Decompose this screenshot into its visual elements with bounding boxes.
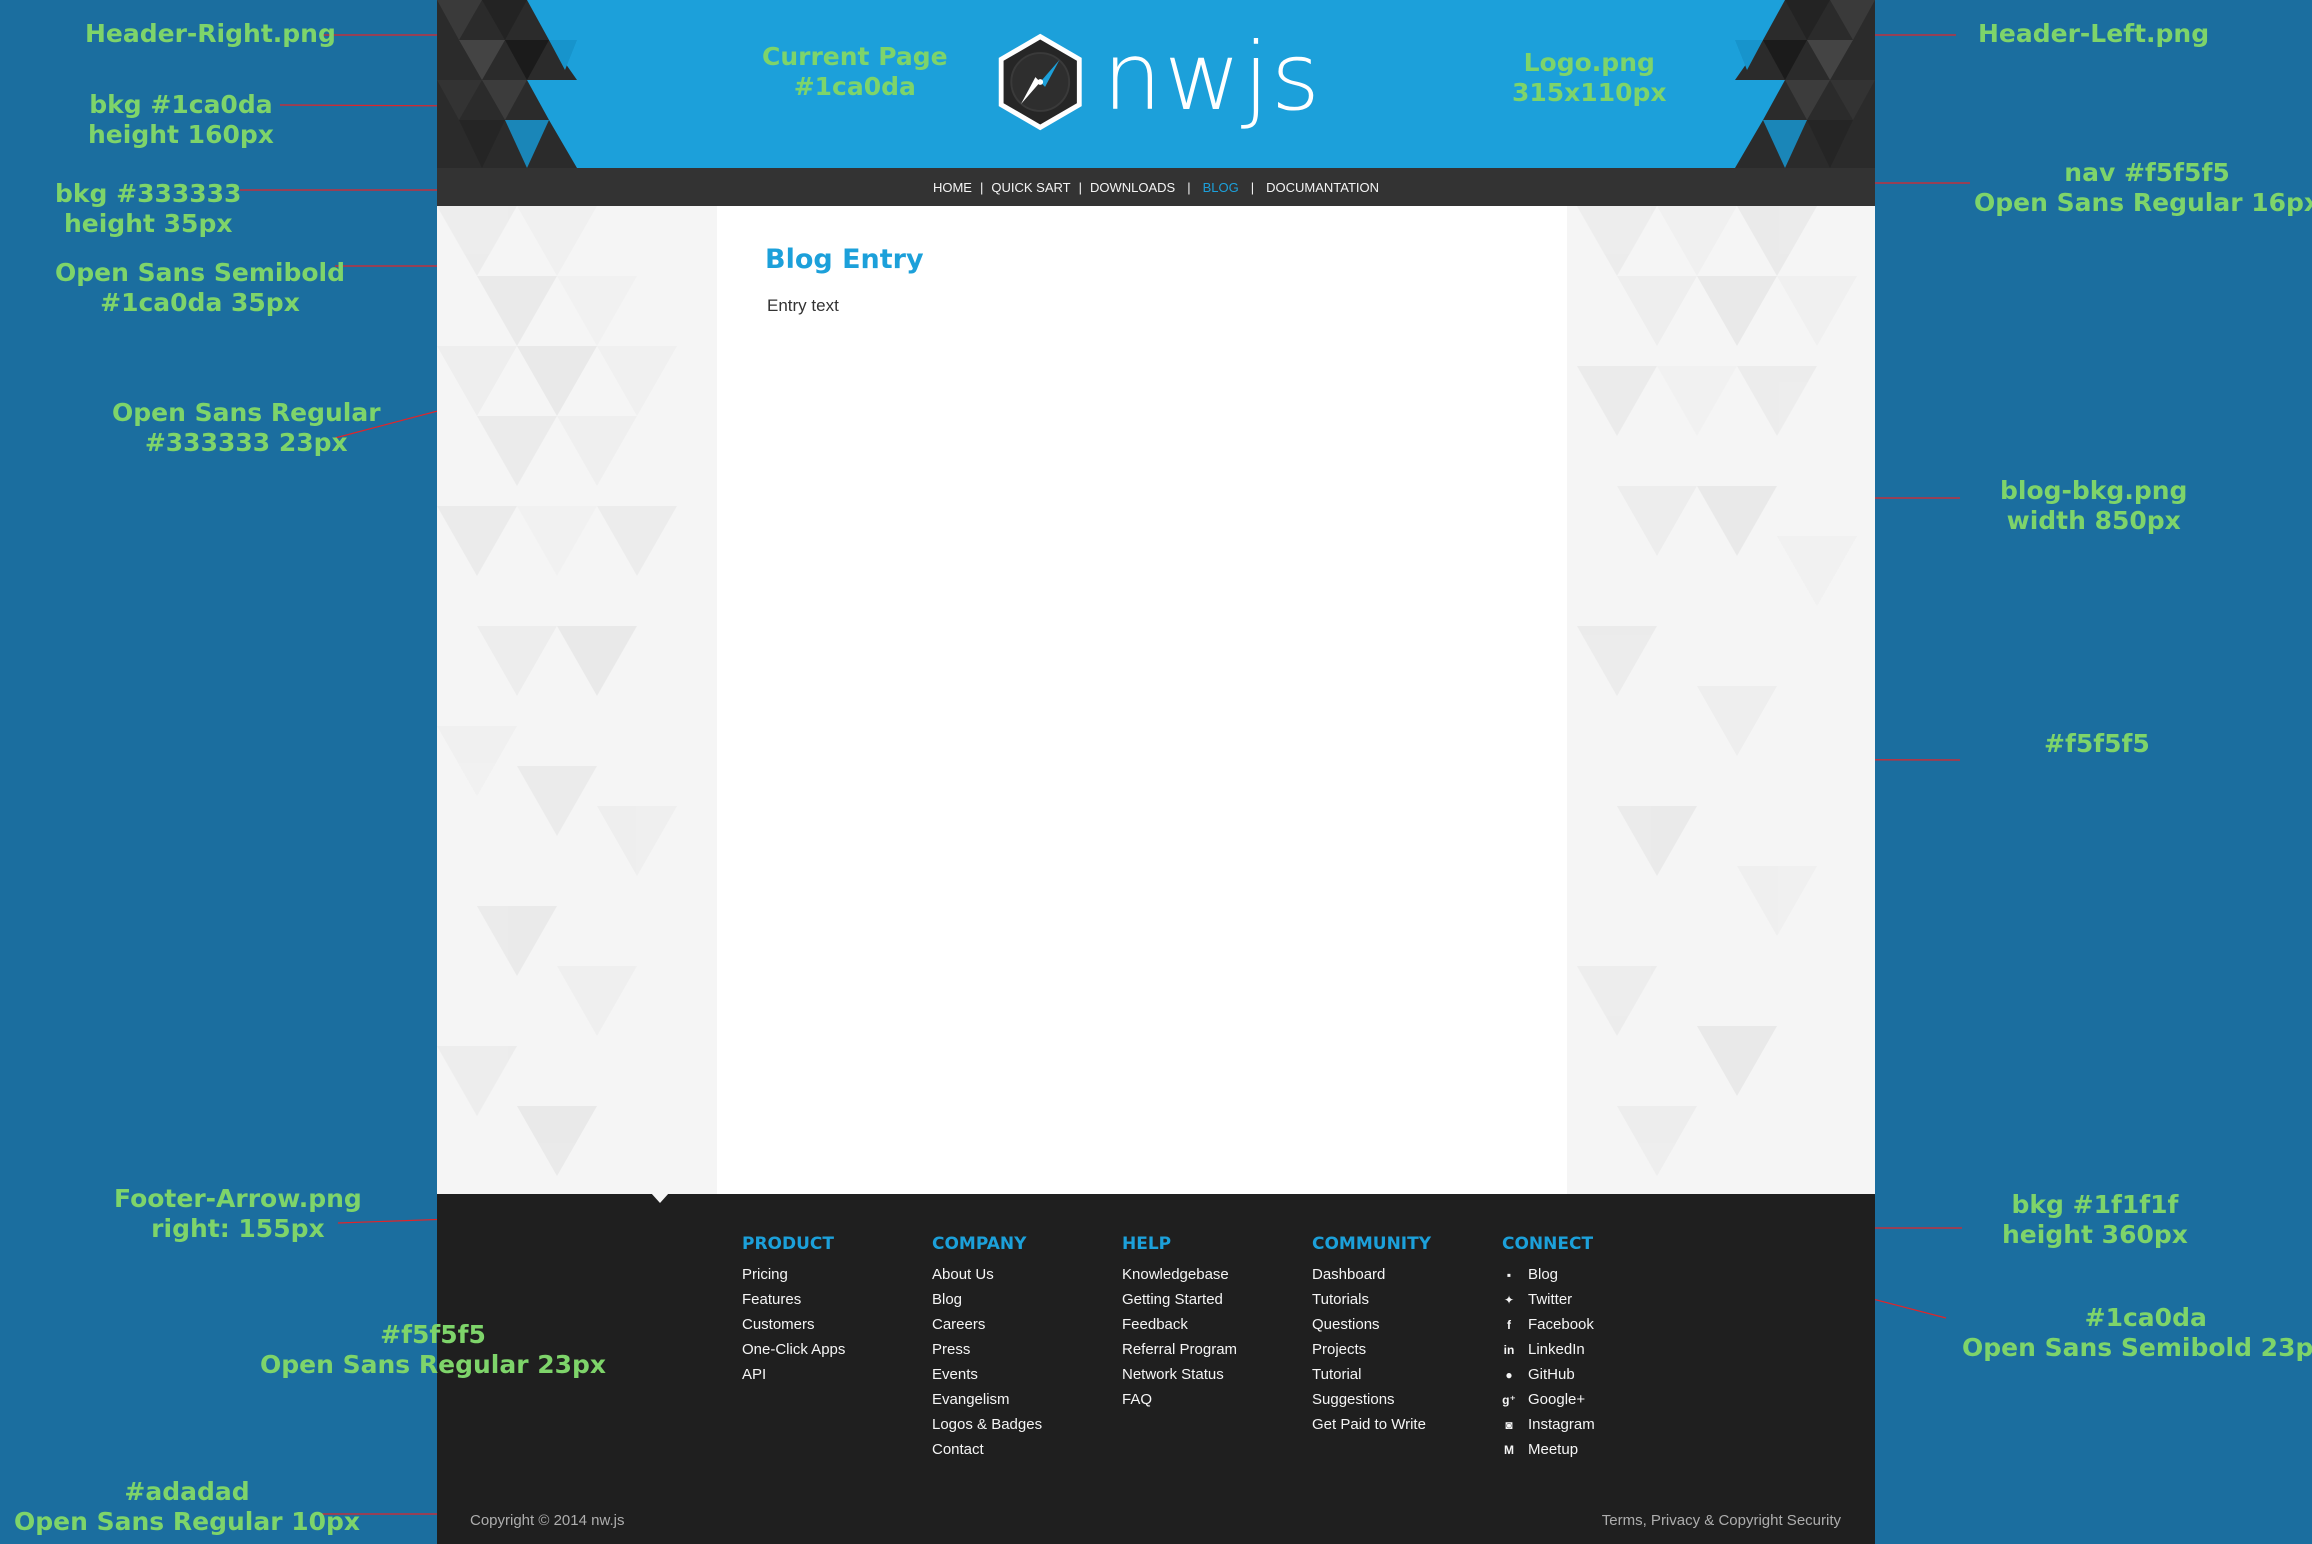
logo-wordmark: nwjs <box>1102 23 1322 132</box>
footer-social-facebook[interactable]: f Facebook <box>1502 1312 1595 1337</box>
footer-column-connect: CONNECT ▪ Blog ✦ Twitter f Facebook in Linke… <box>1502 1234 1595 1462</box>
footer-social-instagram[interactable]: ◙ Instagram <box>1502 1412 1595 1437</box>
footer-social-twitter[interactable]: ✦ Twitter <box>1502 1287 1595 1312</box>
footer-link[interactable]: Careers <box>932 1312 1042 1337</box>
footer-heading-company: COMPANY <box>932 1234 1027 1254</box>
annotation-logo: Logo.png 315x110px <box>1512 48 1667 107</box>
footer-link[interactable]: Features <box>742 1287 845 1312</box>
footer-link[interactable]: Network Status <box>1122 1362 1237 1387</box>
annotation-copyright-font: #adadad Open Sans Regular 10px <box>14 1477 361 1536</box>
annotation-header-bkg: bkg #1ca0da height 160px <box>88 90 274 149</box>
footer-link[interactable]: Press <box>932 1337 1042 1362</box>
nav-item-documentation[interactable]: DOCUMANTATION <box>1266 180 1379 195</box>
footer-column-product: PRODUCT Pricing Features Customers One-C… <box>742 1234 845 1387</box>
google-plus-icon: g⁺ <box>1502 1392 1516 1407</box>
footer-link[interactable]: Evangelism <box>932 1387 1042 1412</box>
footer-link[interactable]: Projects <box>1312 1337 1431 1362</box>
header-right-pattern <box>1735 0 1875 168</box>
footer-link[interactable]: Tutorials <box>1312 1287 1431 1312</box>
meetup-icon: M <box>1504 1442 1514 1457</box>
footer-link[interactable]: About Us <box>932 1262 1042 1287</box>
footer-link[interactable]: Referral Program <box>1122 1337 1237 1362</box>
annotation-footer-bkg: bkg #1f1f1f height 360px <box>2002 1190 2188 1249</box>
main-nav: HOME | QUICK SART | DOWNLOADS | BLOG | D… <box>437 168 1875 206</box>
nav-item-blog[interactable]: BLOG <box>1203 180 1239 195</box>
footer-link[interactable]: Getting Started <box>1122 1287 1237 1312</box>
annotation-footer-arrow: Footer-Arrow.png right: 155px <box>114 1184 362 1243</box>
footer: PRODUCT Pricing Features Customers One-C… <box>437 1193 1875 1544</box>
footer-social-label: GitHub <box>1528 1366 1575 1383</box>
blog-entry-text: Entry text <box>767 296 839 315</box>
footer-social-google-plus[interactable]: g⁺ Google+ <box>1502 1387 1595 1412</box>
footer-link[interactable]: Suggestions <box>1312 1387 1431 1412</box>
footer-link[interactable]: Feedback <box>1122 1312 1237 1337</box>
footer-social-label: Twitter <box>1528 1291 1573 1308</box>
nwjs-logo[interactable]: nwjs <box>992 26 1322 138</box>
annotation-nav-bkg: bkg #333333 height 35px <box>55 179 242 238</box>
footer-social-linkedin[interactable]: in LinkedIn <box>1502 1337 1595 1362</box>
footer-link[interactable]: Contact <box>932 1437 1042 1462</box>
annotation-header-right: Header-Right.png <box>85 19 336 48</box>
footer-link[interactable]: Pricing <box>742 1262 845 1287</box>
footer-social-label: LinkedIn <box>1528 1341 1585 1358</box>
footer-social-meetup[interactable]: M Meetup <box>1502 1437 1595 1462</box>
annotation-entry-font: Open Sans Regular #333333 23px <box>112 398 381 457</box>
blog-icon: ▪ <box>1506 1267 1512 1282</box>
footer-link[interactable]: API <box>742 1362 845 1387</box>
annotation-current-page: Current Page #1ca0da <box>762 42 948 101</box>
footer-link[interactable]: FAQ <box>1122 1387 1237 1412</box>
nav-item-quick-start[interactable]: QUICK SART <box>991 180 1070 195</box>
twitter-icon: ✦ <box>1503 1292 1515 1307</box>
footer-heading-product: PRODUCT <box>742 1234 834 1254</box>
header-left-pattern <box>437 0 577 168</box>
annotation-footer-heading-font: #1ca0da Open Sans Semibold 23px <box>1962 1303 2312 1362</box>
footer-link[interactable]: Knowledgebase <box>1122 1262 1237 1287</box>
footer-link[interactable]: Get Paid to Write <box>1312 1412 1431 1437</box>
github-icon: ● <box>1505 1367 1513 1382</box>
footer-social-label: Facebook <box>1528 1316 1594 1333</box>
compass-logo-icon <box>998 33 1082 131</box>
footer-link[interactable]: Logos & Badges <box>932 1412 1042 1437</box>
instagram-icon: ◙ <box>1505 1417 1513 1432</box>
annotation-blog-bkg: blog-bkg.png width 850px <box>2000 476 2188 535</box>
footer-heading-community: COMMUNITY <box>1312 1234 1432 1254</box>
footer-link[interactable]: Customers <box>742 1312 845 1337</box>
nav-item-home[interactable]: HOME <box>933 180 972 195</box>
footer-link[interactable]: Tutorial <box>1312 1362 1431 1387</box>
annotation-content-color: #f5f5f5 <box>2044 729 2150 758</box>
copyright: Copyright © 2014 nw.js <box>470 1512 625 1529</box>
blog-entry-title[interactable]: Blog Entry <box>765 244 924 275</box>
footer-heading-help: HELP <box>1122 1234 1172 1254</box>
footer-social-label: Google+ <box>1528 1391 1586 1408</box>
facebook-icon: f <box>1507 1317 1511 1332</box>
footer-column-community: COMMUNITY Dashboard Tutorials Questions … <box>1312 1234 1431 1437</box>
blog-entry: Blog Entry Entry text <box>717 206 1567 1194</box>
annotation-nav-font: nav #f5f5f5 Open Sans Regular 16px <box>1974 158 2312 217</box>
footer-link[interactable]: Dashboard <box>1312 1262 1431 1287</box>
blog-background: Blog Entry Entry text <box>437 206 1875 1194</box>
linkedin-icon: in <box>1503 1342 1515 1357</box>
footer-social-label: Meetup <box>1528 1441 1579 1458</box>
footer-social-label: Instagram <box>1528 1416 1595 1433</box>
nav-item-downloads[interactable]: DOWNLOADS <box>1090 180 1175 195</box>
footer-heading-connect: CONNECT <box>1502 1234 1594 1254</box>
annotation-header-left: Header-Left.png <box>1978 19 2210 48</box>
annotation-title-font: Open Sans Semibold #1ca0da 35px <box>55 258 345 317</box>
footer-social-github[interactable]: ● GitHub <box>1502 1362 1595 1387</box>
footer-social-blog[interactable]: ▪ Blog <box>1502 1262 1595 1287</box>
footer-column-company: COMPANY About Us Blog Careers Press Even… <box>932 1234 1042 1462</box>
footer-link[interactable]: Events <box>932 1362 1042 1387</box>
footer-social-label: Blog <box>1528 1266 1559 1283</box>
footer-column-help: HELP Knowledgebase Getting Started Feedb… <box>1122 1234 1237 1412</box>
terms-link[interactable]: Terms, Privacy & Copyright Security <box>1602 1512 1841 1529</box>
footer-link[interactable]: Questions <box>1312 1312 1431 1337</box>
footer-link[interactable]: Blog <box>932 1287 1042 1312</box>
page-mockup: nwjs HOME | QUICK SART | DOWNLOADS | BLO… <box>437 0 1875 1544</box>
footer-arrow <box>651 1193 669 1203</box>
annotation-footer-links-font: #f5f5f5 Open Sans Regular 23px <box>260 1320 607 1379</box>
footer-link[interactable]: One-Click Apps <box>742 1337 845 1362</box>
